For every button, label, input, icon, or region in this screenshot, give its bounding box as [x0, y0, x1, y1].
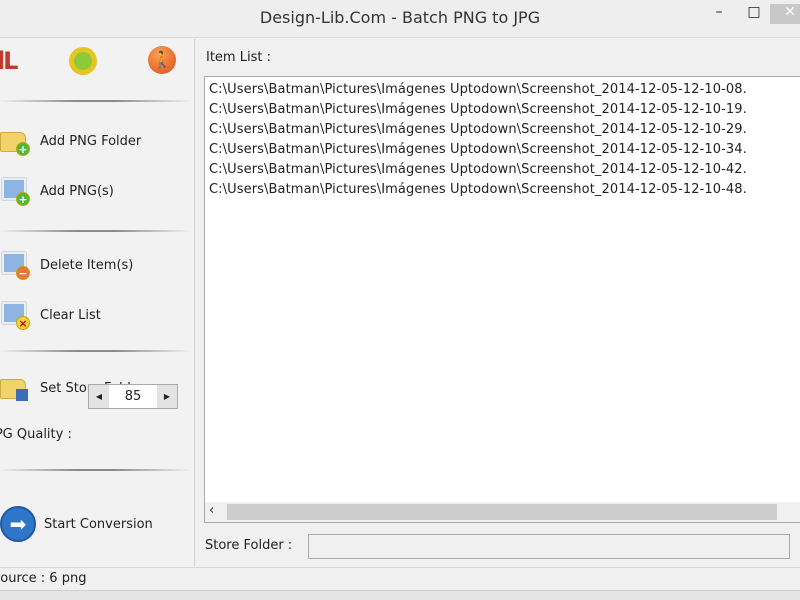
- logo: dL: [0, 47, 19, 75]
- window-title: Design-Lib.Com - Batch PNG to JPG: [259, 8, 541, 27]
- window-bottom-edge: [0, 590, 800, 600]
- divider: [0, 469, 190, 471]
- decrement-button[interactable]: ◀: [89, 385, 109, 408]
- item-list[interactable]: C:\Users\Batman\Pictures\Imágenes Uptodo…: [204, 76, 800, 523]
- scrollbar-thumb[interactable]: [227, 504, 777, 520]
- main-panel: Item List : C:\Users\Batman\Pictures\Imá…: [196, 39, 800, 567]
- close-button[interactable]: ✕: [770, 4, 800, 24]
- folder-save-icon: [0, 373, 32, 403]
- jpg-quality-stepper[interactable]: ◀ 85 ▶: [88, 384, 178, 409]
- horizontal-scrollbar[interactable]: ‹: [205, 502, 800, 522]
- minimize-button[interactable]: –: [705, 4, 733, 24]
- image-add-icon: +: [0, 176, 32, 206]
- clear-list-button[interactable]: × Clear List: [0, 298, 101, 332]
- scroll-left-icon[interactable]: ‹: [209, 503, 214, 518]
- add-png-folder-button[interactable]: + Add PNG Folder: [0, 124, 141, 158]
- divider: [0, 100, 190, 102]
- help-icon[interactable]: [69, 47, 97, 75]
- divider: [0, 230, 190, 232]
- divider: [0, 350, 190, 352]
- jpg-quality-label: JPG Quality :: [0, 427, 72, 442]
- delete-items-button[interactable]: − Delete Item(s): [0, 248, 133, 282]
- add-png-folder-label: Add PNG Folder: [40, 133, 142, 149]
- image-clear-icon: ×: [0, 300, 32, 330]
- delete-items-label: Delete Item(s): [40, 257, 134, 273]
- start-conversion-label: Start Conversion: [44, 516, 153, 532]
- status-bar: Source : 6 png: [0, 567, 800, 590]
- store-folder-input[interactable]: [308, 534, 790, 559]
- clear-list-label: Clear List: [40, 307, 101, 323]
- status-text: Source : 6 png: [0, 571, 87, 586]
- image-remove-icon: −: [0, 250, 32, 280]
- list-item[interactable]: C:\Users\Batman\Pictures\Imágenes Uptodo…: [205, 160, 800, 180]
- arrow-right-icon: ➡: [0, 506, 36, 542]
- quality-value[interactable]: 85: [109, 385, 157, 408]
- list-item[interactable]: C:\Users\Batman\Pictures\Imágenes Uptodo…: [205, 120, 800, 140]
- increment-button[interactable]: ▶: [157, 385, 177, 408]
- list-item[interactable]: C:\Users\Batman\Pictures\Imágenes Uptodo…: [205, 80, 800, 100]
- title-bar: Design-Lib.Com - Batch PNG to JPG – □ ✕: [0, 0, 800, 38]
- list-item[interactable]: C:\Users\Batman\Pictures\Imágenes Uptodo…: [205, 140, 800, 160]
- folder-add-icon: +: [0, 126, 32, 156]
- add-pngs-button[interactable]: + Add PNG(s): [0, 174, 114, 208]
- item-list-label: Item List :: [206, 50, 271, 65]
- exit-icon[interactable]: 🚶: [148, 46, 176, 74]
- store-folder-label: Store Folder :: [205, 538, 293, 553]
- list-item[interactable]: C:\Users\Batman\Pictures\Imágenes Uptodo…: [205, 180, 800, 200]
- sidebar: dL 🚶 + Add PNG Folder + Add PNG(s) − Del…: [0, 39, 195, 567]
- list-item[interactable]: C:\Users\Batman\Pictures\Imágenes Uptodo…: [205, 100, 800, 120]
- maximize-button[interactable]: □: [740, 4, 768, 24]
- start-conversion-button[interactable]: ➡ Start Conversion: [0, 504, 153, 544]
- add-pngs-label: Add PNG(s): [40, 183, 114, 199]
